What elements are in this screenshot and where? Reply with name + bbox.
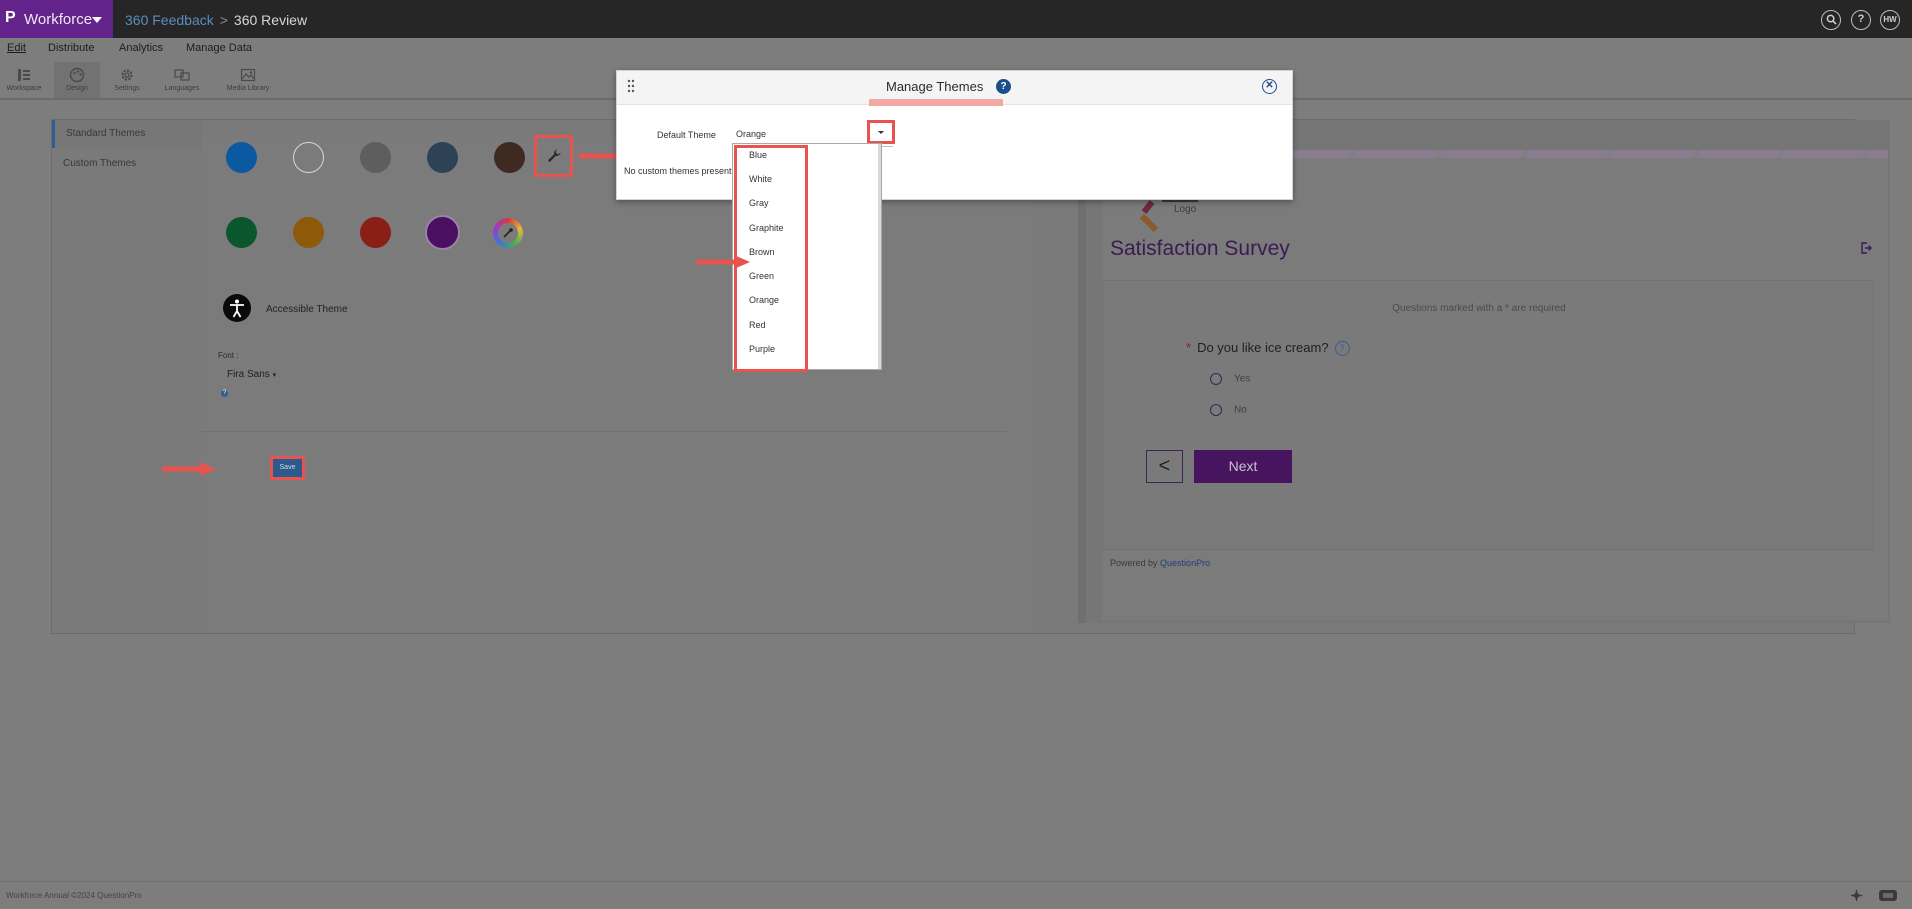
menu-bar: Edit Distribute Analytics Manage Data [0,38,1912,63]
option-label: Yes [1234,373,1251,385]
menu-distribute[interactable]: Distribute [48,42,94,54]
manage-themes-button[interactable] [534,135,573,177]
menu-manage-data[interactable]: Manage Data [186,42,252,54]
footer-copyright: Workforce Annual ©2024 QuestionPro [6,891,142,900]
accessible-theme-label: Accessible Theme [266,304,348,315]
caret-down-icon: ▾ [272,372,277,379]
image-icon [240,68,256,82]
chevron-down-icon [878,131,884,134]
theme-swatch-graphite[interactable] [427,142,458,173]
theme-swatch-gray[interactable] [360,142,391,173]
theme-nav: Standard Themes Custom Themes [52,120,202,633]
dropdown-scrollbar[interactable] [878,144,881,369]
user-avatar[interactable]: HW [1880,10,1900,30]
logo-caption: Logo [1174,204,1197,215]
theme-swatch-blue[interactable] [226,142,257,173]
tool-label: Languages [164,85,200,92]
custom-color-picker[interactable] [493,218,523,248]
dropdown-toggle[interactable] [867,120,895,144]
option-yes[interactable]: Yes [1210,373,1250,385]
questionpro-logo-icon: P [5,9,16,26]
theme-swatch-green[interactable] [226,217,257,248]
font-label: Font : [218,351,239,360]
nav-custom-themes[interactable]: Custom Themes [52,150,202,178]
menu-analytics[interactable]: Analytics [119,42,163,54]
top-bar: P Workforce 360 Feedback >360 Review ? HW [0,0,1912,38]
accessibility-icon[interactable] [223,294,251,322]
chat-icon[interactable] [1878,888,1898,903]
app-name: Workforce [24,11,93,28]
back-button[interactable]: < [1146,450,1183,483]
theme-swatch-purple[interactable] [425,215,460,250]
palette-icon [69,67,85,83]
tool-label: Design [66,85,88,92]
divider [202,431,1007,432]
breadcrumb-link-360-feedback[interactable]: 360 Feedback [125,12,214,28]
footer: Workforce Annual ©2024 QuestionPro [0,881,1912,909]
tool-settings[interactable]: Settings [104,62,150,98]
exit-icon[interactable] [1860,242,1872,254]
option-no[interactable]: No [1210,404,1247,416]
sparkle-icon[interactable] [1850,889,1863,902]
search-icon[interactable] [1821,10,1841,30]
tool-label: Settings [114,85,140,92]
font-select[interactable]: Fira Sans ▾ [227,369,276,380]
languages-icon [174,69,190,81]
breadcrumb-separator: > [219,12,228,28]
annotation-arrow [162,462,216,476]
tool-workspace[interactable]: Workspace [0,62,48,98]
help-icon[interactable]: ? [1851,10,1871,30]
theme-swatch-orange[interactable] [293,217,324,248]
next-button[interactable]: Next [1194,450,1292,483]
title-highlight [869,99,1003,106]
theme-swatch-red[interactable] [360,217,391,248]
default-theme-value: Orange [736,129,767,139]
default-theme-label: Default Theme [657,130,716,140]
question-label: Do you like ice cream? [1197,340,1329,355]
nav-standard-themes[interactable]: Standard Themes [52,120,202,148]
radio-button[interactable] [1210,404,1222,416]
survey-title: Satisfaction Survey [1110,237,1290,260]
tool-media-library[interactable]: Media Library [218,62,278,98]
menu-edit[interactable]: Edit [7,42,26,54]
eyedropper-icon [503,228,513,238]
question-help-icon[interactable]: ? [1334,341,1350,357]
font-select-value: Fira Sans [227,369,270,380]
annotation-arrow [696,255,750,269]
breadcrumb-current: 360 Review [233,12,308,28]
powered-by: Powered by QuestionPro [1110,558,1210,568]
question-text: * Do you like ice cream?? [1186,340,1350,357]
tool-label: Workspace [6,85,42,92]
gear-icon [121,69,133,81]
theme-swatch-white[interactable] [293,142,324,173]
workspace-icon [18,69,30,81]
close-icon[interactable]: ✕ [1262,79,1277,94]
tool-languages[interactable]: Languages [156,62,208,98]
standard-themes-area: Accessible Theme Font : Fira Sans ▾ ? Sa… [202,135,1032,633]
wrench-icon [548,149,561,162]
theme-swatch-brown[interactable] [494,142,525,173]
questionpro-link[interactable]: QuestionPro [1160,558,1210,568]
option-label: No [1234,404,1247,416]
required-star: * [1186,340,1192,355]
chevron-down-icon [92,17,102,23]
powered-by-label: Powered by [1110,558,1158,568]
font-help-icon[interactable]: ? [221,390,228,397]
help-icon[interactable]: ? [996,79,1011,94]
breadcrumb: 360 Feedback >360 Review [125,12,307,28]
app-switcher[interactable]: P Workforce [0,0,113,38]
radio-button[interactable] [1210,373,1222,385]
required-note: Questions marked with a * are required [1392,303,1566,314]
drag-handle-icon[interactable] [627,79,635,93]
save-button[interactable]: Save [270,456,305,480]
manage-themes-modal: Manage Themes ? ✕ Default Theme Orange N… [616,70,1293,200]
modal-header: Manage Themes ? ✕ [617,71,1292,106]
modal-title: Manage Themes [886,79,984,94]
tool-label: Media Library [226,85,270,92]
tool-design[interactable]: Design [54,62,100,98]
no-custom-themes-message: No custom themes present [624,166,732,176]
